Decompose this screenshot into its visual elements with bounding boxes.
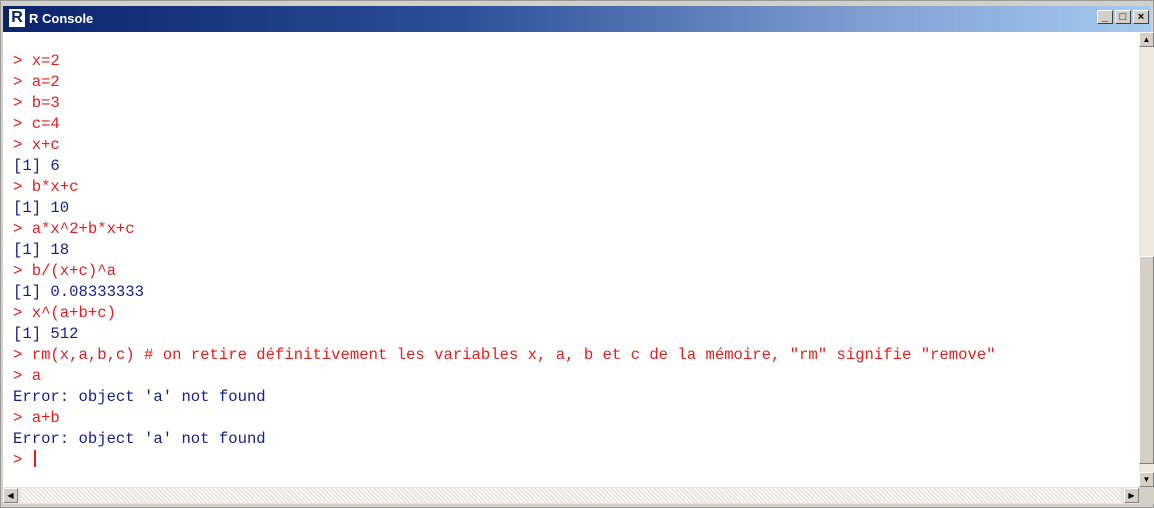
maximize-button[interactable]: □ [1115,10,1131,24]
console-line: > x^(a+b+c) [13,304,116,322]
r-console-window: R R Console _ □ × > x=2 > a=2 > b=3 > c=… [0,0,1154,508]
text-cursor [33,450,36,467]
console-line: > b=3 [13,94,60,112]
vertical-scrollbar[interactable]: ▲ ▼ [1139,32,1154,487]
console-line: [1] 6 [13,157,60,175]
title-bar[interactable]: R R Console _ □ × [3,6,1151,32]
scroll-up-arrow-icon[interactable]: ▲ [1139,32,1154,47]
window-title: R Console [29,11,94,26]
console-line: > a+b [13,409,60,427]
scroll-down-arrow-icon[interactable]: ▼ [1139,472,1154,487]
console-lines: > x=2 > a=2 > b=3 > c=4 > x+c [1] 6 > b*… [13,51,996,471]
minimize-button[interactable]: _ [1097,10,1113,24]
close-button[interactable]: × [1133,10,1149,24]
scroll-left-arrow-icon[interactable]: ◀ [3,488,18,503]
console-line: > x+c [13,136,60,154]
horizontal-scrollbar[interactable]: ◀ ▶ [3,487,1139,504]
console-output[interactable]: > x=2 > a=2 > b=3 > c=4 > x+c [1] 6 > b*… [3,32,1139,487]
console-line: > c=4 [13,115,60,133]
scroll-right-arrow-icon[interactable]: ▶ [1124,488,1139,503]
input-prompt-line[interactable]: > [13,450,996,471]
console-line: > b*x+c [13,178,79,196]
console-line: > b/(x+c)^a [13,262,116,280]
console-line: Error: object 'a' not found [13,430,266,448]
console-line: > rm(x,a,b,c) # on retire définitivement… [13,346,996,364]
console-line: [1] 512 [13,325,79,343]
console-line: [1] 0.08333333 [13,283,145,301]
console-line: > a [13,367,42,385]
console-line: > a*x^2+b*x+c [13,220,135,238]
console-line: [1] 18 [13,241,70,259]
resize-grip-icon[interactable] [1139,487,1154,504]
r-logo-icon: R [9,9,25,27]
console-line: > x=2 [13,52,60,70]
window-controls: _ □ × [1097,10,1149,24]
console-line: Error: object 'a' not found [13,388,266,406]
console-line: [1] 10 [13,199,70,217]
horizontal-scroll-track[interactable] [21,488,1121,503]
console-line: > a=2 [13,73,60,91]
vertical-scroll-thumb[interactable] [1139,256,1154,464]
prompt-symbol: > [13,451,32,469]
